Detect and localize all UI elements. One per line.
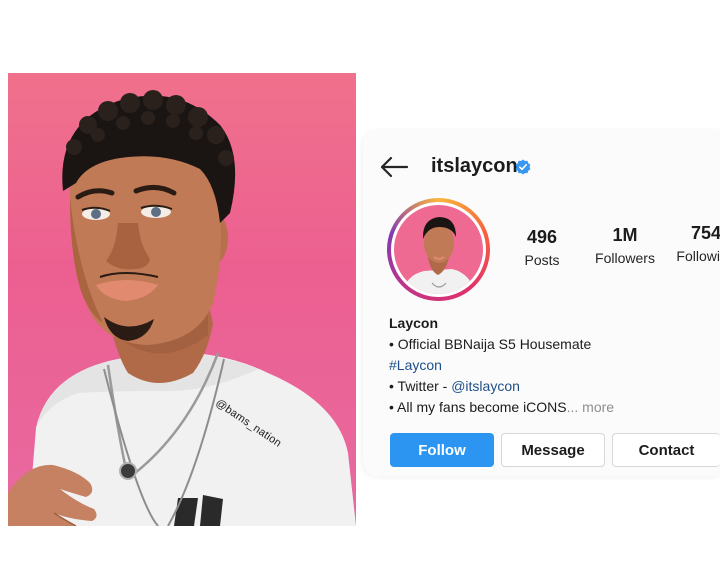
bio-fans-text: • All my fans become iCONS xyxy=(389,399,567,415)
profile-bio: Laycon • Official BBNaija S5 Housemate #… xyxy=(389,313,614,418)
follow-button[interactable]: Follow xyxy=(390,433,494,467)
bio-twitter-prefix: • Twitter - xyxy=(389,378,452,394)
instagram-profile-panel: itslaycon 496 Posts 1M Followers 754 Fol… xyxy=(363,130,720,476)
bio-name: Laycon xyxy=(389,315,439,331)
verified-badge-icon xyxy=(515,159,531,175)
bio-line-twitter: • Twitter - @itslaycon xyxy=(389,376,614,397)
stat-posts-label: Posts xyxy=(524,252,560,268)
bio-line-fans: • All my fans become iCONS... more xyxy=(389,397,614,418)
bio-hashtag-link[interactable]: #Laycon xyxy=(389,355,614,376)
contact-button[interactable]: Contact xyxy=(612,433,720,467)
bio-more-link[interactable]: ... more xyxy=(567,399,614,415)
portrait-artwork: @bams_nation xyxy=(8,73,356,526)
stat-followers-label: Followers xyxy=(595,250,655,266)
stat-followers-count: 1M xyxy=(612,225,638,245)
back-arrow-icon[interactable] xyxy=(379,156,409,178)
stat-following[interactable]: 754 Following xyxy=(671,223,720,264)
portrait-illustration xyxy=(8,90,356,526)
stat-following-label: Following xyxy=(676,248,720,264)
stat-followers[interactable]: 1M Followers xyxy=(589,225,661,266)
stat-following-count: 754 xyxy=(690,223,720,243)
message-button[interactable]: Message xyxy=(501,433,605,467)
stat-posts-count: 496 xyxy=(526,227,558,247)
stat-posts[interactable]: 496 Posts xyxy=(517,227,567,268)
profile-username: itslaycon xyxy=(431,155,518,177)
bio-twitter-handle-link[interactable]: @itslaycon xyxy=(451,378,520,394)
bio-line-housemate: • Official BBNaija S5 Housemate xyxy=(389,336,592,352)
avatar-image xyxy=(402,217,476,294)
profile-avatar[interactable] xyxy=(387,198,490,301)
